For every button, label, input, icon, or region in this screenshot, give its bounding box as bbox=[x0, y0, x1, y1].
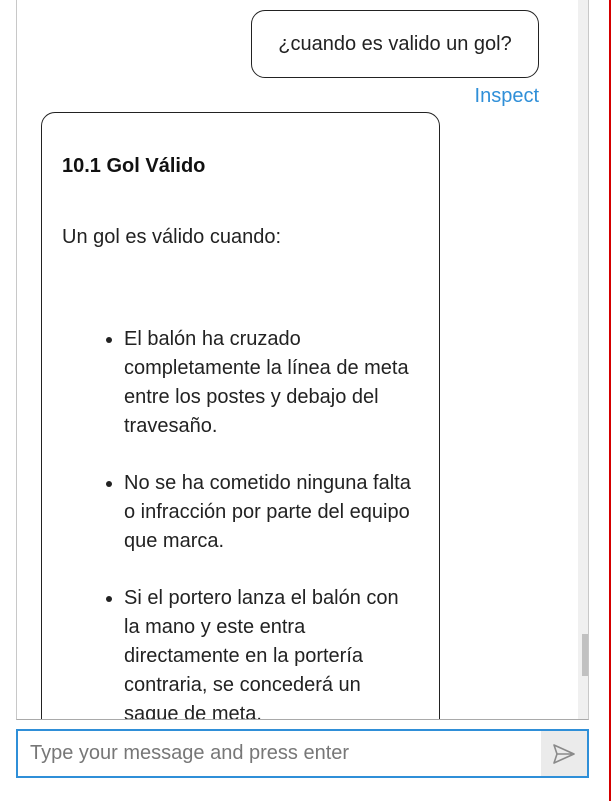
window-border-right bbox=[609, 0, 611, 801]
bot-message-intro: Un gol es válido cuando: bbox=[62, 226, 282, 248]
bullet-item: Si el portero lanza el balón con la mano… bbox=[124, 584, 419, 719]
bullet-item: No se ha cometido ninguna falta o infrac… bbox=[124, 469, 419, 556]
message-composer bbox=[16, 729, 589, 778]
bot-message-title: 10.1 Gol Válido bbox=[62, 155, 206, 177]
vertical-scrollbar[interactable]: ▲ ▼ bbox=[578, 0, 588, 719]
arrow-up-icon[interactable]: ▲ bbox=[578, 8, 588, 34]
arrow-down-icon[interactable]: ▼ bbox=[578, 692, 588, 718]
send-button[interactable] bbox=[541, 731, 587, 776]
scrollbar-thumb[interactable] bbox=[582, 634, 588, 676]
chat-transcript: ¿cuando es valido un gol? Inspect 10.1 G… bbox=[16, 0, 589, 720]
bot-message-bubble: 10.1 Gol Válido Un gol es válido cuando:… bbox=[41, 112, 440, 719]
send-icon bbox=[553, 743, 575, 764]
user-message-text: ¿cuando es valido un gol? bbox=[278, 32, 512, 55]
bullet-item: El balón ha cruzado completamente la lín… bbox=[124, 325, 419, 441]
user-message-bubble: ¿cuando es valido un gol? bbox=[251, 10, 539, 78]
bot-bullet-list: El balón ha cruzado completamente la lín… bbox=[62, 325, 419, 719]
message-input[interactable] bbox=[18, 731, 541, 776]
inspect-link[interactable]: Inspect bbox=[467, 85, 539, 108]
